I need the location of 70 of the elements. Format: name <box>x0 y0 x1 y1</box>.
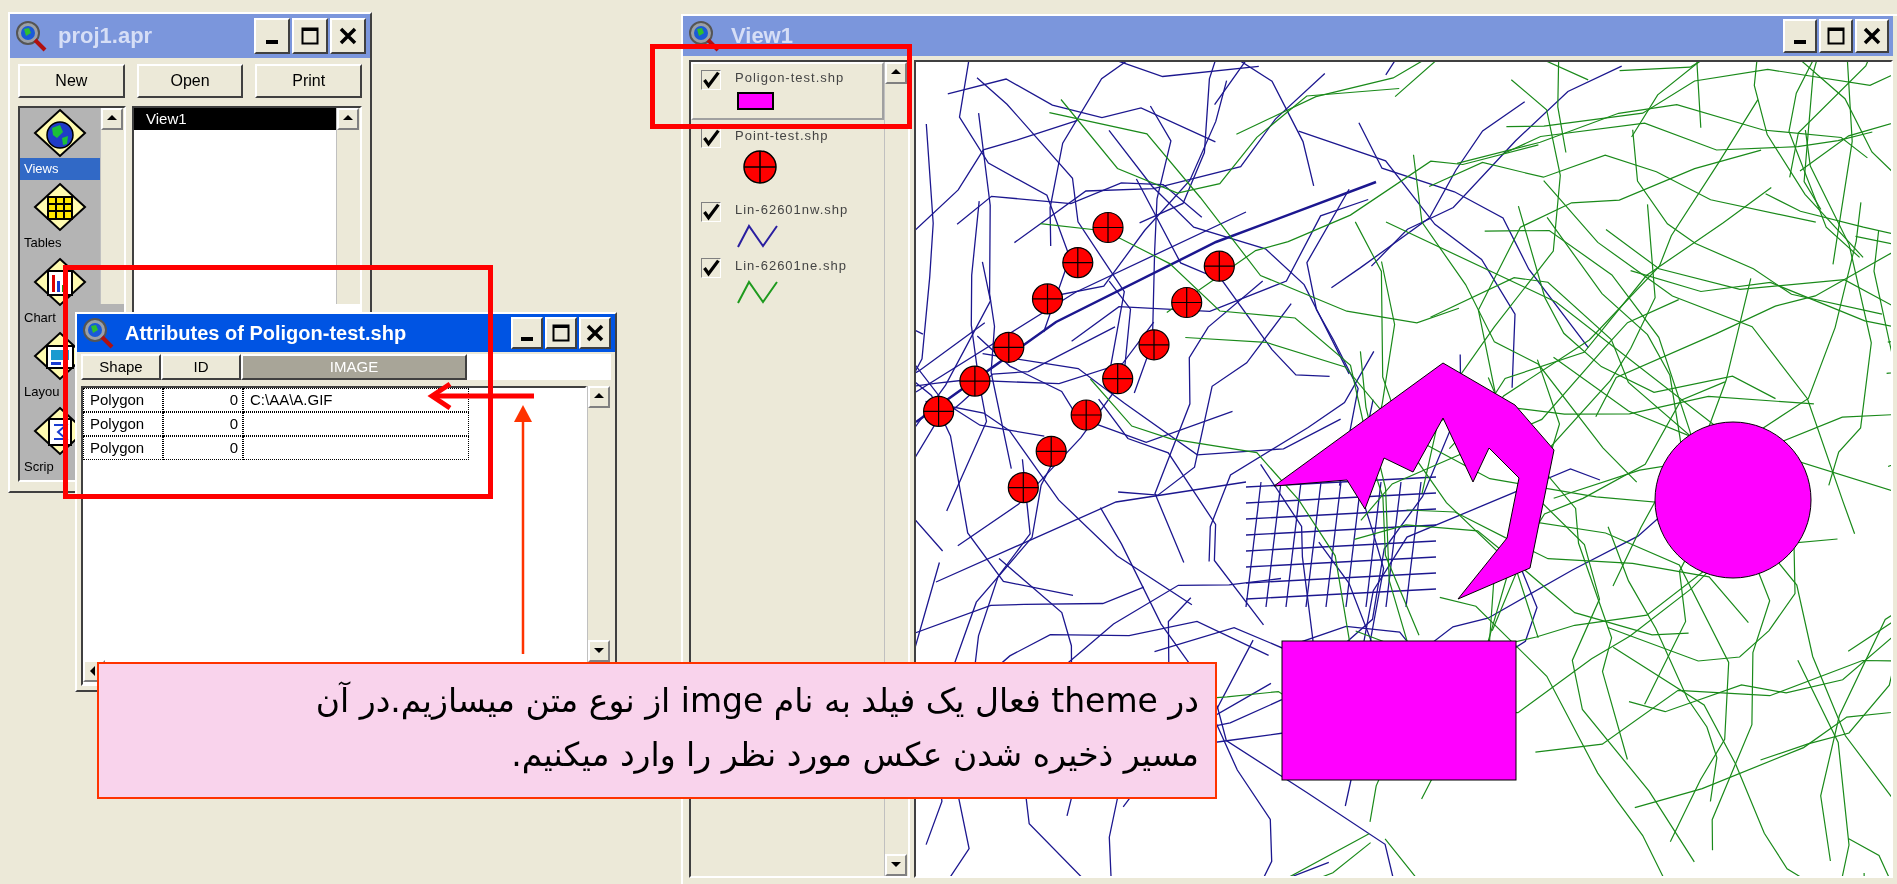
window-title: View1 <box>731 25 793 47</box>
table-cell: Polygon <box>83 412 163 436</box>
maximize-icon <box>552 324 570 342</box>
scroll-up-button[interactable] <box>588 386 610 408</box>
close-icon <box>586 324 604 342</box>
scroll-up-button[interactable] <box>101 108 123 130</box>
scroll-down-button[interactable] <box>588 640 610 662</box>
list-item[interactable]: View1 <box>134 108 336 130</box>
checkbox[interactable] <box>701 258 721 278</box>
close-icon <box>1863 27 1881 45</box>
scroll-up-button[interactable] <box>337 108 359 130</box>
table-cell: C:\AA\A.GIF <box>243 388 469 412</box>
toolbar-button[interactable]: Open <box>136 64 244 98</box>
close-button[interactable] <box>1855 19 1889 53</box>
minimize-icon <box>521 337 533 341</box>
bar-chart-icon <box>33 256 87 307</box>
category-item[interactable]: Chart <box>20 306 58 329</box>
globe-icon <box>33 108 87 158</box>
close-icon <box>339 27 357 45</box>
legend-item[interactable]: Lin-62601ne.shp <box>691 250 884 306</box>
category-item[interactable]: Layou <box>20 381 62 404</box>
maximize-button[interactable] <box>545 317 577 349</box>
maximize-button[interactable] <box>292 18 328 54</box>
close-button[interactable] <box>330 18 366 54</box>
toolbar-button[interactable]: Print <box>255 64 362 98</box>
table-cell: Polygon <box>83 388 163 412</box>
globe-magnifier-icon <box>81 316 115 350</box>
category-item[interactable]: Scrip <box>20 455 56 478</box>
table-cell: Polygon <box>83 436 163 460</box>
minimize-button[interactable] <box>254 18 290 54</box>
checkmark-icon <box>702 259 720 277</box>
category-item[interactable]: Tables <box>20 232 64 255</box>
toolbar-button[interactable]: New <box>18 64 125 98</box>
globe-magnifier-icon <box>687 19 721 53</box>
minimize-icon <box>266 40 278 44</box>
legend-item[interactable]: Lin-62601nw.shp <box>691 194 884 250</box>
checkmark-icon <box>702 71 720 89</box>
maximize-icon <box>1827 27 1845 45</box>
checkbox[interactable] <box>701 70 721 90</box>
theme-name: Lin-62601nw.shp <box>735 201 849 219</box>
checkmark-icon <box>702 203 720 221</box>
column-header[interactable]: Shape <box>81 354 161 380</box>
scrollbar[interactable] <box>100 108 124 304</box>
window-title: proj1.apr <box>58 25 153 47</box>
window-title: Attributes of Poligon-test.shp <box>125 322 407 344</box>
callout-note: در theme فعال یک فیلد به نام imge از نوع متن میسازیم.در آن مسیر ذخیره شدن عکس مورد نظر را وارد میکنیم. <box>97 662 1217 799</box>
close-button[interactable] <box>579 317 611 349</box>
column-header[interactable]: ID <box>161 354 241 380</box>
checkbox[interactable] <box>701 128 721 148</box>
table-icon <box>33 182 87 233</box>
maximize-button[interactable] <box>1819 19 1853 53</box>
table-cell: 0 <box>163 436 243 460</box>
maximize-icon <box>301 27 319 45</box>
legend-item[interactable]: Poligon-test.shp <box>691 62 884 120</box>
theme-name: Lin-62601ne.shp <box>735 257 847 275</box>
minimize-button[interactable] <box>1783 19 1817 53</box>
checkmark-icon <box>702 129 720 147</box>
scroll-up-button[interactable] <box>884 62 907 84</box>
table-cell: 0 <box>163 388 243 412</box>
scroll-down-button[interactable] <box>884 854 907 876</box>
legend-item[interactable]: Point-test.shp <box>691 120 884 194</box>
scrollbar[interactable] <box>336 108 360 304</box>
table-cell: 0 <box>163 412 243 436</box>
theme-name: Poligon-test.shp <box>735 69 845 87</box>
checkbox[interactable] <box>701 202 721 222</box>
globe-magnifier-icon <box>14 19 48 53</box>
scrollbar[interactable] <box>587 386 611 662</box>
minimize-icon <box>1794 40 1806 44</box>
minimize-button[interactable] <box>511 317 543 349</box>
theme-name: Point-test.shp <box>735 127 829 145</box>
